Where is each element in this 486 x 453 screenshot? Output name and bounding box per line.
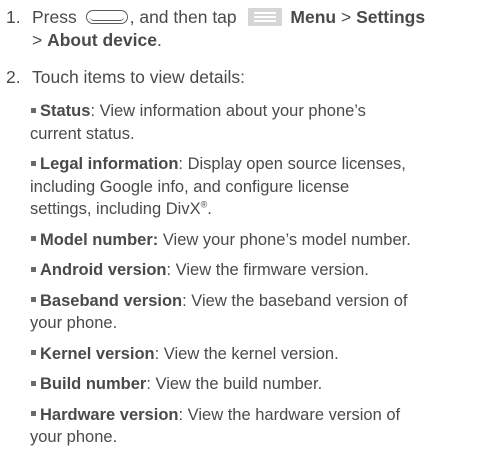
item-description: : View the firmware version.	[166, 261, 369, 279]
item-term: Baseband version	[40, 291, 183, 310]
bullet-icon	[31, 107, 36, 113]
step-2: 2. Touch items to view details:	[6, 66, 481, 89]
item-term: Legal information	[40, 155, 179, 173]
list-item: Legal information: Display open source l…	[30, 153, 480, 221]
detail-items-list: Status: View information about your phon…	[30, 100, 480, 449]
item-term: Android version	[40, 261, 167, 279]
item-term: Model number:	[40, 230, 159, 249]
bullet-icon	[31, 266, 36, 272]
step-number: 2.	[6, 67, 21, 87]
step-1-line-2: > About device.	[32, 29, 481, 52]
item-description: your phone.	[30, 428, 118, 446]
press-text: Press	[32, 7, 77, 27]
list-item: Android version: View the firmware versi…	[30, 259, 480, 282]
settings-label: Settings	[356, 7, 426, 27]
separator: >	[32, 30, 48, 50]
list-item: Kernel version: View the kernel version.	[30, 343, 480, 366]
item-term: Hardware version	[40, 405, 179, 424]
about-device-label: About device	[47, 30, 157, 50]
separator: >	[336, 7, 357, 27]
item-description: : View the kernel version.	[154, 344, 339, 363]
then-tap-text: , and then tap	[129, 7, 237, 27]
item-term: Status	[40, 102, 91, 120]
item-description: : View the build number.	[146, 375, 323, 393]
step-1: 1. Press , and then tap Menu > Settings >…	[6, 6, 481, 52]
period: .	[156, 30, 162, 50]
step-number: 1.	[6, 7, 21, 27]
item-description: : View the baseband version of	[182, 291, 408, 310]
instructions-page: 1. Press , and then tap Menu > Settings >…	[0, 0, 486, 453]
item-description: : Display open source licenses,	[178, 155, 406, 173]
bullet-icon	[31, 236, 36, 242]
item-description: including Google info, and configure lic…	[30, 177, 350, 196]
item-term: Build number	[40, 375, 147, 393]
menu-label: Menu	[290, 7, 337, 27]
period: .	[207, 200, 212, 218]
bullet-icon	[31, 160, 36, 166]
step-2-text: Touch items to view details:	[32, 67, 246, 87]
list-item: Model number: View your phone’s model nu…	[30, 229, 480, 252]
bullet-icon	[31, 297, 36, 303]
list-item: Status: View information about your phon…	[30, 100, 480, 145]
bullet-icon	[31, 380, 36, 386]
item-description: View your phone’s model number.	[158, 230, 411, 249]
item-description: settings, including DivX	[30, 200, 201, 218]
item-description: : View the hardware version of	[178, 405, 401, 424]
home-button-icon	[85, 9, 128, 24]
item-description: current status.	[30, 124, 135, 143]
list-item: Baseband version: View the baseband vers…	[30, 290, 480, 335]
bullet-icon	[31, 411, 36, 417]
menu-icon	[247, 7, 282, 26]
list-item: Build number: View the build number.	[30, 373, 480, 396]
bullet-icon	[31, 350, 36, 356]
item-term: Kernel version	[40, 344, 155, 363]
item-description: your phone.	[30, 314, 118, 332]
list-item: Hardware version: View the hardware vers…	[30, 404, 480, 449]
item-description: : View information about your phone’s	[90, 102, 366, 120]
